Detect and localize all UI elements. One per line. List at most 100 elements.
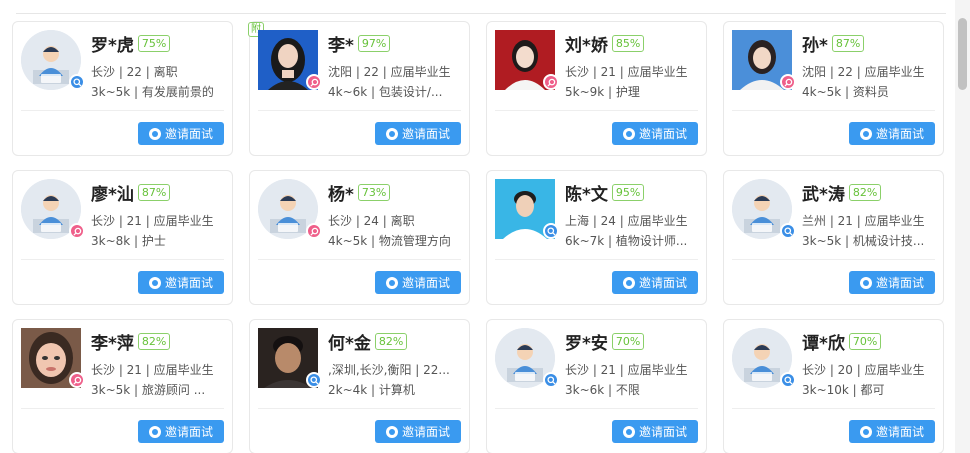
candidate-expectation: 5k~9k | 护理 [565,85,640,99]
name-row: 陈*文 95% [565,180,645,205]
search-status-icon [69,74,85,90]
card-divider [732,408,935,409]
candidate-card[interactable]: 陈*文 95% 上海 | 24 | 应届毕业生 6k~7k | 植物设计师...… [486,170,707,305]
candidate-card[interactable]: 附 李* 97% 沈阳 | 22 | 应届毕业生 4k~6k | 包装设计/..… [248,21,470,156]
candidate-info: 上海 | 24 | 应届毕业生 [565,214,688,228]
candidate-name[interactable]: 李* [328,31,354,56]
invite-interview-button[interactable]: 邀请面试 [138,420,224,443]
candidate-name[interactable]: 何*金 [328,329,371,354]
avatar[interactable] [258,179,322,239]
avatar[interactable] [258,30,322,90]
name-row: 杨* 73% [328,180,391,205]
candidate-info: 沈阳 | 22 | 应届毕业生 [802,65,925,79]
avatar[interactable] [21,30,85,90]
candidate-card[interactable]: 谭*欣 70% 长沙 | 20 | 应届毕业生 3k~10k | 都可 邀请面试 [723,319,944,453]
candidate-card[interactable]: 刘*娇 85% 长沙 | 21 | 应届毕业生 5k~9k | 护理 邀请面试 [486,21,707,156]
match-badge: 70% [848,333,882,350]
candidate-name[interactable]: 谭*欣 [802,329,845,354]
avatar[interactable] [21,179,85,239]
card-divider [21,110,224,111]
avatar[interactable] [21,328,85,388]
candidate-name[interactable]: 廖*汕 [91,180,134,205]
candidate-card[interactable]: 李*萍 82% 长沙 | 21 | 应届毕业生 3k~5k | 旅游顾问 ...… [12,319,233,453]
invite-interview-button[interactable]: 邀请面试 [849,271,935,294]
avatar[interactable] [732,30,796,90]
invite-interview-button[interactable]: 邀请面试 [375,420,461,443]
match-badge: 82% [374,333,408,350]
invite-interview-button[interactable]: 邀请面试 [612,122,698,145]
search-status-icon [543,372,559,388]
invite-icon [148,276,161,289]
candidate-expectation: 4k~5k | 资料员 [802,85,889,99]
candidate-name[interactable]: 罗*虎 [91,31,134,56]
search-status-icon [543,223,559,239]
scrollbar-thumb[interactable] [958,18,967,90]
candidate-card[interactable]: 罗*安 70% 长沙 | 21 | 应届毕业生 3k~6k | 不限 邀请面试 [486,319,707,453]
invite-interview-button[interactable]: 邀请面试 [849,420,935,443]
invite-button-label: 邀请面试 [638,425,687,439]
search-status-icon [780,223,796,239]
match-badge: 75% [137,35,171,52]
candidate-info: 长沙 | 21 | 应届毕业生 [91,214,214,228]
candidate-grid: 罗*虎 75% 长沙 | 22 | 离职 3k~5k | 有发展前景的 邀请面试… [12,21,944,453]
avatar[interactable] [258,328,322,388]
candidate-info: 长沙 | 22 | 离职 [91,65,178,79]
invite-button-label: 邀请面试 [164,127,213,141]
candidate-info: 长沙 | 24 | 离职 [328,214,415,228]
card-divider [495,408,698,409]
candidate-info: 兰州 | 21 | 应届毕业生 [802,214,925,228]
match-badge: 73% [357,184,391,201]
invite-interview-button[interactable]: 邀请面试 [612,271,698,294]
candidate-card[interactable]: 廖*汕 87% 长沙 | 21 | 应届毕业生 3k~8k | 护士 邀请面试 [12,170,233,305]
match-badge: 85% [611,35,645,52]
name-row: 李*萍 82% [91,329,171,354]
invite-interview-button[interactable]: 邀请面试 [612,420,698,443]
match-badge: 95% [611,184,645,201]
candidate-name[interactable]: 李*萍 [91,329,134,354]
candidate-card[interactable]: 孙* 87% 沈阳 | 22 | 应届毕业生 4k~5k | 资料员 邀请面试 [723,21,944,156]
candidate-name[interactable]: 杨* [328,180,354,205]
candidate-name[interactable]: 陈*文 [565,180,608,205]
candidate-name[interactable]: 孙* [802,31,828,56]
invite-interview-button[interactable]: 邀请面试 [375,122,461,145]
invite-interview-button[interactable]: 邀请面试 [138,271,224,294]
name-row: 武*涛 82% [802,180,882,205]
invite-button-label: 邀请面试 [875,425,924,439]
invite-button-label: 邀请面试 [638,127,687,141]
invite-button-label: 邀请面试 [401,425,450,439]
candidate-card[interactable]: 武*涛 82% 兰州 | 21 | 应届毕业生 3k~5k | 机械设计技...… [723,170,944,305]
candidate-expectation: 3k~5k | 旅游顾问 ... [91,383,206,397]
match-badge: 97% [357,35,391,52]
card-divider [495,110,698,111]
search-status-icon [306,372,322,388]
name-row: 廖*汕 87% [91,180,171,205]
candidate-expectation: 4k~5k | 物流管理方向 [328,234,451,248]
card-divider [495,259,698,260]
candidate-info: 沈阳 | 22 | 应届毕业生 [328,65,451,79]
candidate-card[interactable]: 罗*虎 75% 长沙 | 22 | 离职 3k~5k | 有发展前景的 邀请面试 [12,21,233,156]
invite-interview-button[interactable]: 邀请面试 [849,122,935,145]
invite-interview-button[interactable]: 邀请面试 [375,271,461,294]
avatar[interactable] [495,30,559,90]
invite-button-label: 邀请面试 [875,127,924,141]
candidate-card[interactable]: 何*金 82% ,深圳,长沙,衡阳 | 22... 2k~4k | 计算机 邀请… [249,319,470,453]
candidate-name[interactable]: 武*涛 [802,180,845,205]
invite-button-label: 邀请面试 [875,276,924,290]
candidate-expectation: 3k~6k | 不限 [565,383,640,397]
invite-icon [148,127,161,140]
candidate-expectation: 6k~7k | 植物设计师... [565,234,688,248]
invite-interview-button[interactable]: 邀请面试 [138,122,224,145]
candidate-info: 长沙 | 21 | 应届毕业生 [91,363,214,377]
candidate-name[interactable]: 刘*娇 [565,31,608,56]
avatar[interactable] [495,179,559,239]
candidate-card[interactable]: 杨* 73% 长沙 | 24 | 离职 4k~5k | 物流管理方向 邀请面试 [249,170,470,305]
avatar[interactable] [732,328,796,388]
scrollbar[interactable] [955,0,970,453]
avatar[interactable] [732,179,796,239]
invite-icon [859,425,872,438]
invite-icon [859,127,872,140]
candidate-name[interactable]: 罗*安 [565,329,608,354]
candidate-expectation: 2k~4k | 计算机 [328,383,415,397]
avatar[interactable] [495,328,559,388]
invite-icon [622,276,635,289]
